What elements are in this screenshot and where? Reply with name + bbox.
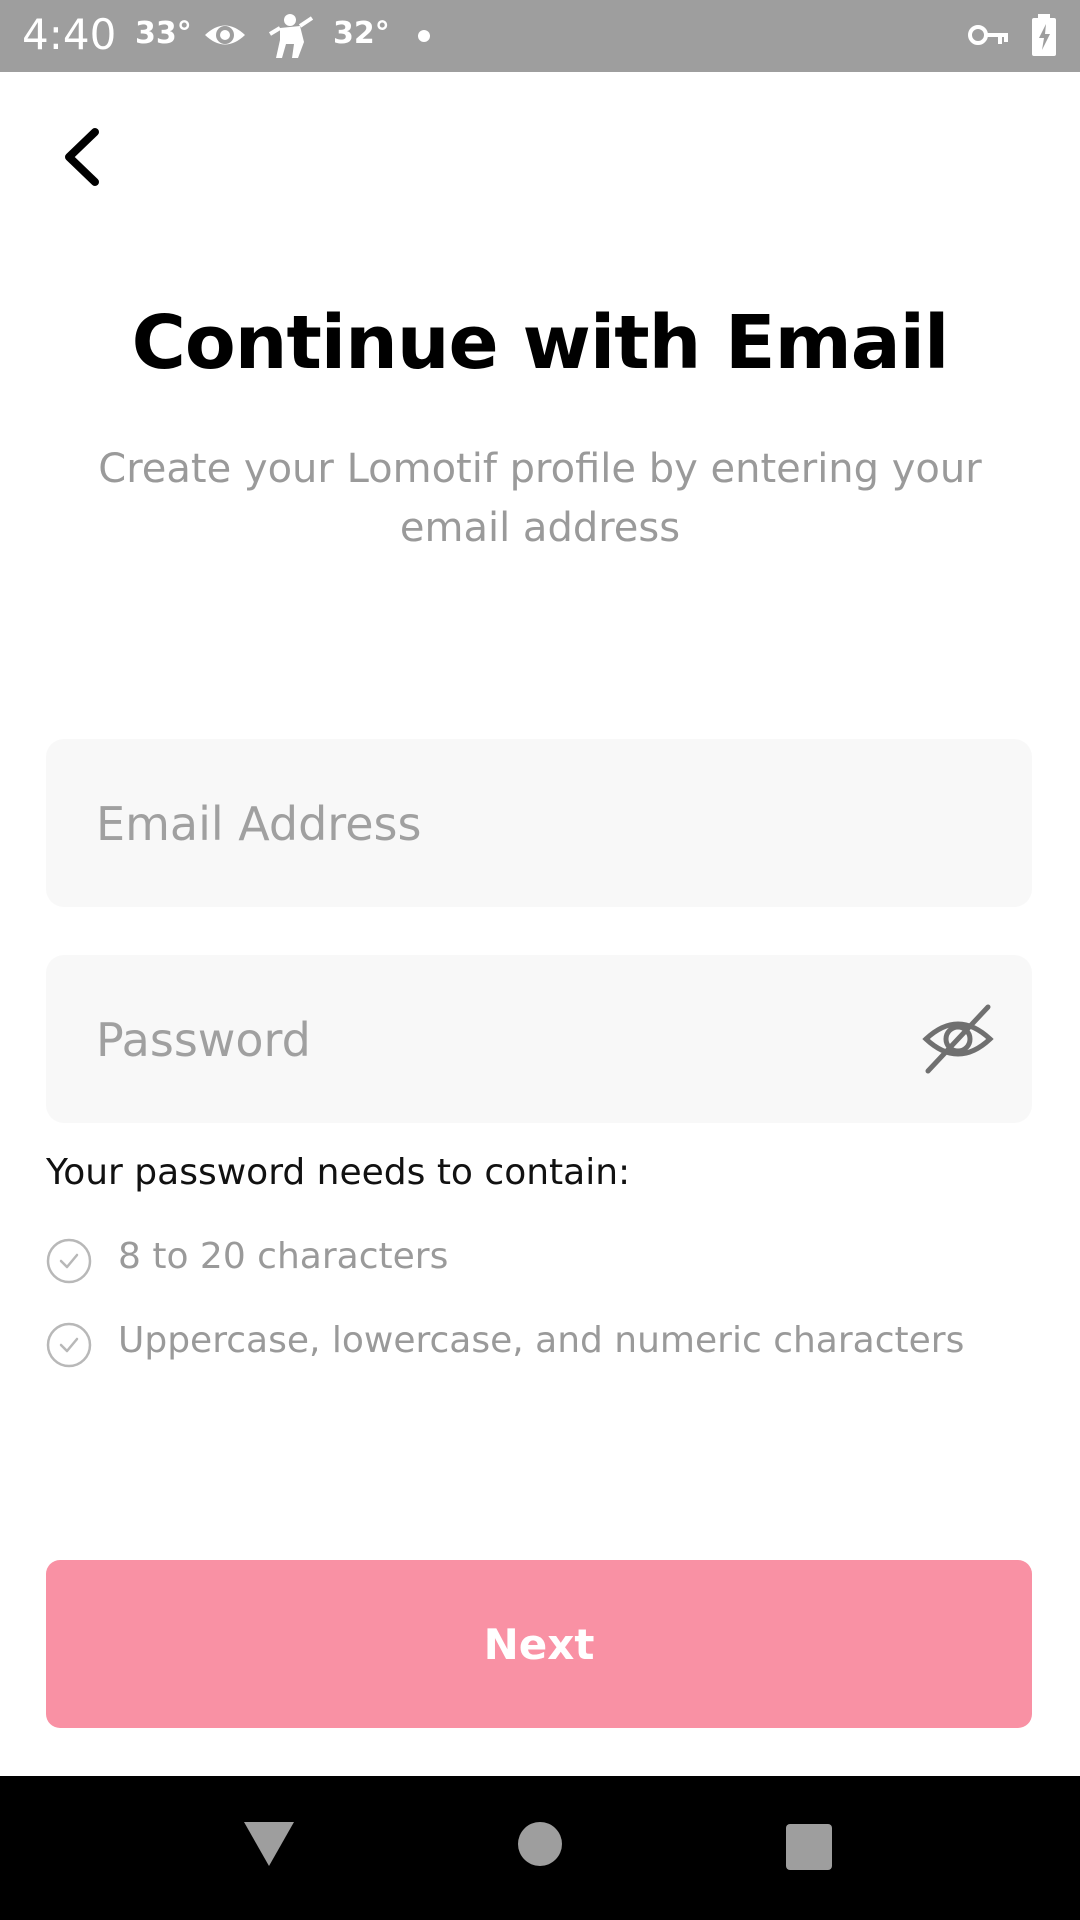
system-nav-bar — [0, 1776, 1080, 1920]
status-temperature-1: 33° — [135, 16, 192, 51]
password-rule-label: 8 to 20 characters — [118, 1236, 449, 1277]
eye-icon — [203, 16, 247, 58]
figure-icon — [268, 12, 316, 64]
check-circle-icon — [46, 1238, 92, 1284]
next-button[interactable]: Next — [46, 1560, 1032, 1728]
email-field-container — [46, 739, 1032, 909]
back-chevron-icon — [65, 128, 99, 186]
check-circle-icon — [46, 1322, 92, 1368]
status-bar: 4:40 33° 32° — [0, 0, 1080, 72]
page-title: Continue with Email — [131, 300, 950, 386]
eye-off-icon — [922, 1004, 994, 1074]
nav-back-icon[interactable] — [242, 1820, 296, 1872]
email-field[interactable] — [94, 739, 918, 909]
back-button[interactable] — [55, 120, 115, 195]
key-icon — [968, 22, 1010, 52]
status-temperature-2: 32° — [333, 16, 390, 51]
battery-charging-icon — [1030, 14, 1058, 60]
status-time: 4:40 — [22, 10, 117, 59]
password-visibility-toggle[interactable] — [920, 1001, 996, 1077]
nav-home-icon[interactable] — [518, 1822, 562, 1866]
nav-recents-icon[interactable] — [786, 1824, 832, 1870]
password-field[interactable] — [94, 955, 918, 1125]
notification-dot — [418, 30, 430, 42]
password-rules-heading: Your password needs to contain: — [46, 1152, 631, 1193]
password-field-container — [46, 955, 1032, 1125]
password-rule-label: Uppercase, lowercase, and numeric charac… — [118, 1320, 965, 1361]
page-subtitle: Create your Lomotif profile by entering … — [98, 446, 982, 551]
